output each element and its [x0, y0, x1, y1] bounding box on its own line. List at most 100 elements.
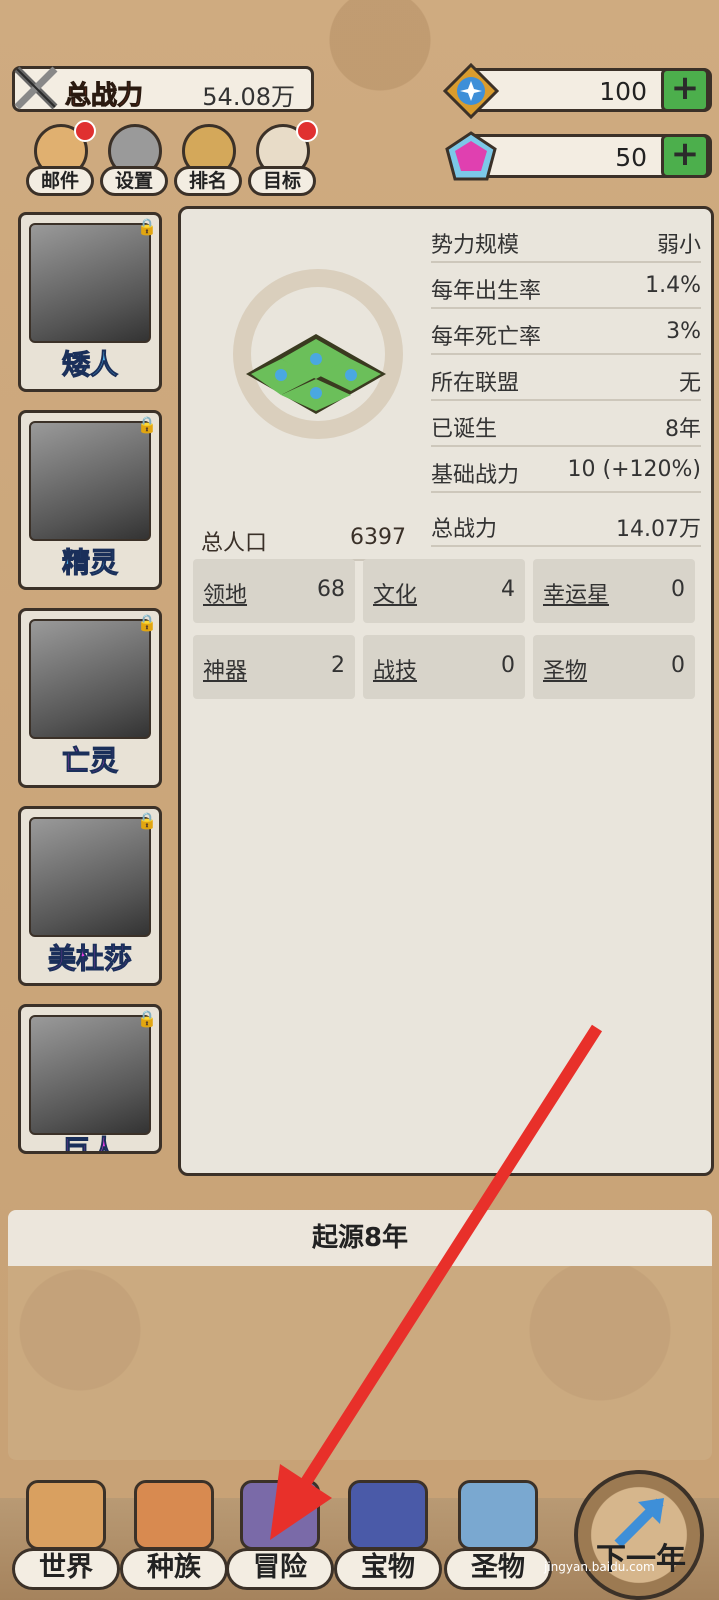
race-name: 矮人 [61, 348, 118, 382]
faction-info-panel: 势力规模 弱小 每年出生率 1.4% 每年死亡率 3% 所在联盟 无 已诞生 8… [178, 206, 714, 1176]
race-name: 美杜莎 [47, 942, 132, 976]
nav-treasure-button[interactable]: 宝物 [334, 1470, 442, 1594]
artifact-cell[interactable]: 神器 2 [193, 635, 355, 699]
add-star-currency-button[interactable]: + [661, 68, 709, 112]
nav-label: 宝物 [334, 1548, 442, 1590]
race-card-elf[interactable]: 🔒 精灵 [18, 410, 162, 590]
cell-key[interactable]: 圣物 [543, 653, 587, 685]
stat-key: 已诞生 [431, 417, 498, 442]
undead-portrait [29, 619, 151, 739]
cell-key[interactable]: 文化 [373, 577, 417, 609]
settings-button[interactable]: 设置 [100, 124, 168, 196]
star-currency-bar: 100 + [443, 63, 712, 119]
nav-adventure-button[interactable]: 冒险 [226, 1470, 334, 1594]
race-card-giant[interactable]: 🔒 巨人 [18, 1004, 162, 1154]
cell-key[interactable]: 神器 [203, 653, 247, 685]
crossed-swords-icon [14, 66, 58, 110]
cell-value: 68 [317, 577, 345, 602]
lock-icon: 🔒 [137, 217, 157, 236]
stat-key: 总战力 [431, 517, 498, 542]
lock-icon: 🔒 [137, 613, 157, 632]
territory-cell[interactable]: 领地 68 [193, 559, 355, 623]
era-title: 起源8年 [8, 1210, 712, 1266]
goal-label: 目标 [248, 166, 316, 196]
stat-value: 无 [678, 371, 701, 396]
population-row: 总人口 6397 [201, 515, 406, 561]
lock-icon: 🔒 [137, 1009, 157, 1028]
nav-race-button[interactable]: 种族 [120, 1470, 228, 1594]
giant-portrait [29, 1015, 151, 1135]
battle-skill-cell[interactable]: 战技 0 [363, 635, 525, 699]
race-name: 巨人 [61, 1134, 118, 1154]
stat-row: 所在联盟 无 [431, 355, 701, 401]
stat-value: 8年 [665, 417, 701, 442]
cell-value: 2 [331, 653, 345, 678]
dwarf-portrait [29, 223, 151, 343]
goal-button[interactable]: 目标 [248, 120, 318, 196]
stat-value: 1.4% [645, 273, 701, 298]
race-card-undead[interactable]: 🔒 亡灵 [18, 608, 162, 788]
population-label: 总人口 [201, 531, 268, 556]
lock-icon: 🔒 [137, 811, 157, 830]
race-name: 亡灵 [61, 744, 118, 778]
cell-key[interactable]: 领地 [203, 577, 247, 609]
nav-label: 冒险 [226, 1548, 334, 1590]
star-currency-value: 100 [599, 77, 647, 106]
ranking-label: 排名 [174, 166, 242, 196]
relic-icon [458, 1480, 538, 1550]
cell-value: 0 [501, 653, 515, 678]
world-map-icon [26, 1480, 106, 1550]
gem-currency-value: 50 [615, 143, 647, 172]
nav-label: 世界 [12, 1548, 120, 1590]
relic-cell[interactable]: 圣物 0 [533, 635, 695, 699]
total-power-bar: 总战力 54.08万 [12, 66, 314, 112]
stat-row: 势力规模 弱小 [431, 217, 701, 263]
lock-icon: 🔒 [137, 415, 157, 434]
stat-row: 每年出生率 1.4% [431, 263, 701, 309]
race-card-medusa[interactable]: 🔒 美杜莎 [18, 806, 162, 986]
race-icon [134, 1480, 214, 1550]
elf-portrait [29, 421, 151, 541]
pink-gem-icon [445, 131, 497, 181]
cell-value: 0 [671, 653, 685, 678]
cell-value: 4 [501, 577, 515, 602]
population-value: 6397 [350, 525, 406, 550]
next-year-button[interactable]: 下一年 [574, 1470, 704, 1600]
stat-row: 每年死亡率 3% [431, 309, 701, 355]
ranking-button[interactable]: 排名 [174, 124, 242, 196]
cell-value: 0 [671, 577, 685, 602]
total-power-value: 54.08万 [202, 83, 295, 111]
gem-currency-bar: 50 + [445, 131, 712, 181]
stat-row: 基础战力 10 (+120%) [431, 447, 701, 493]
cell-key[interactable]: 战技 [373, 653, 417, 685]
stat-key: 每年死亡率 [431, 325, 542, 350]
stat-key: 势力规模 [431, 233, 520, 258]
notification-dot [296, 120, 318, 142]
race-name: 精灵 [61, 546, 118, 580]
lucky-star-cell[interactable]: 幸运星 0 [533, 559, 695, 623]
territory-tiles-icon [246, 334, 386, 414]
adventure-icon [240, 1480, 320, 1550]
settings-label: 设置 [100, 166, 168, 196]
treasure-chest-icon [348, 1480, 428, 1550]
nav-world-button[interactable]: 世界 [12, 1470, 120, 1594]
watermark: jingyan.baidu.com [544, 1560, 655, 1574]
stat-value: 14.07万 [616, 517, 701, 542]
notification-dot [74, 120, 96, 142]
medusa-portrait [29, 817, 151, 937]
stat-key: 所在联盟 [431, 371, 520, 396]
nav-label: 种族 [120, 1548, 228, 1590]
nav-relic-button[interactable]: 圣物 [444, 1470, 552, 1594]
race-card-dwarf[interactable]: 🔒 矮人 [18, 212, 162, 392]
mail-label: 邮件 [26, 166, 94, 196]
mail-button[interactable]: 邮件 [26, 120, 96, 196]
culture-cell[interactable]: 文化 4 [363, 559, 525, 623]
total-power-label: 总战力 [64, 81, 144, 112]
stat-key: 基础战力 [431, 463, 520, 488]
stat-row: 已诞生 8年 [431, 401, 701, 447]
cell-key[interactable]: 幸运星 [543, 577, 609, 609]
add-gem-button[interactable]: + [661, 134, 709, 178]
stat-value: 3% [666, 319, 701, 344]
stat-key: 每年出生率 [431, 279, 542, 304]
star-badge-icon [443, 63, 499, 119]
